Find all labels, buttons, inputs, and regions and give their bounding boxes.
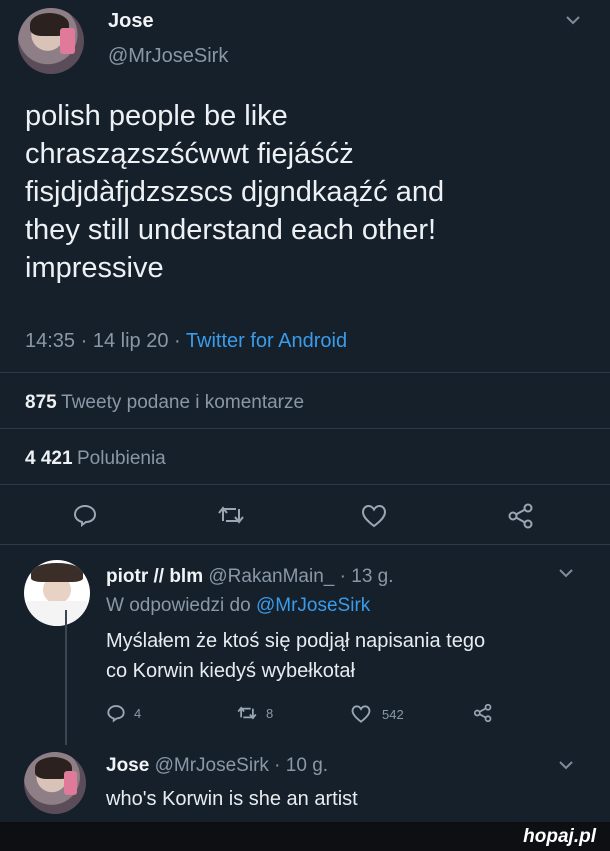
retweet-count: 8 xyxy=(266,705,274,721)
avatar-shirt xyxy=(27,600,87,626)
reply-to-handle[interactable]: @MrJoseSirk xyxy=(256,595,370,616)
reply-action-reply[interactable]: 4 xyxy=(106,703,141,723)
chevron-down-icon[interactable] xyxy=(564,14,582,26)
reply-author-name[interactable]: piotr // blm xyxy=(106,566,203,587)
tweet-date: 14 lip 20 xyxy=(92,330,169,352)
watermark-bar xyxy=(0,822,610,851)
avatar-hat xyxy=(30,562,84,583)
retweets-stat[interactable]: 875 Tweety podane i komentarze xyxy=(25,392,304,414)
thread-line xyxy=(65,610,67,745)
retweets-label: Tweety podane i komentarze xyxy=(61,392,305,413)
reply-to-label: W odpowiedzi do xyxy=(106,595,251,616)
divider xyxy=(0,428,610,429)
reply-count: 4 xyxy=(134,705,142,721)
divider xyxy=(0,544,610,545)
retweets-count: 875 xyxy=(25,392,57,413)
divider xyxy=(0,484,610,485)
chevron-down-icon[interactable] xyxy=(558,568,574,578)
reply-author-name[interactable]: Jose xyxy=(106,755,149,776)
author-avatar[interactable] xyxy=(18,8,84,74)
reply-to-line: W odpowiedzi do @MrJoseSirk xyxy=(106,595,370,617)
reply-author-handle[interactable]: @MrJoseSirk xyxy=(155,755,269,776)
like-icon[interactable] xyxy=(360,503,388,529)
reply-text: who's Korwin is she an artist xyxy=(106,788,358,810)
like-count: 542 xyxy=(382,706,404,722)
reply-header: Jose @MrJoseSirk · 10 g. xyxy=(106,755,328,777)
retweet-icon[interactable] xyxy=(216,503,246,527)
likes-stat[interactable]: 4 421 Polubienia xyxy=(25,448,166,470)
avatar-phone xyxy=(60,27,75,55)
author-name[interactable]: Jose xyxy=(108,10,154,33)
tweet-meta: 14:35 · 14 lip 20 · Twitter for Android xyxy=(25,330,347,353)
tweet-time: 14:35 xyxy=(25,330,76,352)
tweet-client-link[interactable]: Twitter for Android xyxy=(186,330,347,352)
like-icon xyxy=(350,704,372,724)
reply-age: · 13 g. xyxy=(339,566,394,587)
meta-separator: · xyxy=(174,330,181,352)
watermark: hopaj.pl xyxy=(523,826,596,847)
likes-label: Polubienia xyxy=(77,448,166,469)
reply-icon[interactable] xyxy=(72,502,98,528)
reply-avatar[interactable] xyxy=(24,752,86,814)
avatar-phone xyxy=(63,770,78,796)
author-handle[interactable]: @MrJoseSirk xyxy=(108,45,228,68)
reply-author-handle[interactable]: @RakanMain_ xyxy=(208,566,334,587)
reply-action-like[interactable]: 542 xyxy=(350,704,404,724)
reply-action-retweet[interactable]: 8 xyxy=(236,704,273,722)
share-icon[interactable] xyxy=(473,703,493,723)
tweet-text: polish people be like chraszązszśćwwt fi… xyxy=(25,100,445,284)
likes-count: 4 421 xyxy=(25,448,73,469)
reply-avatar[interactable] xyxy=(24,560,90,626)
retweet-icon xyxy=(236,704,258,722)
reply-age: · 10 g. xyxy=(274,755,329,776)
reply-icon xyxy=(106,703,126,723)
reply-header: piotr // blm @RakanMain_ · 13 g. xyxy=(106,566,394,588)
divider xyxy=(0,372,610,373)
reply-text: Myślałem że ktoś się podjął napisania te… xyxy=(106,630,486,682)
chevron-down-icon[interactable] xyxy=(558,760,574,770)
share-icon[interactable] xyxy=(507,502,535,530)
meta-separator: · xyxy=(80,330,88,352)
